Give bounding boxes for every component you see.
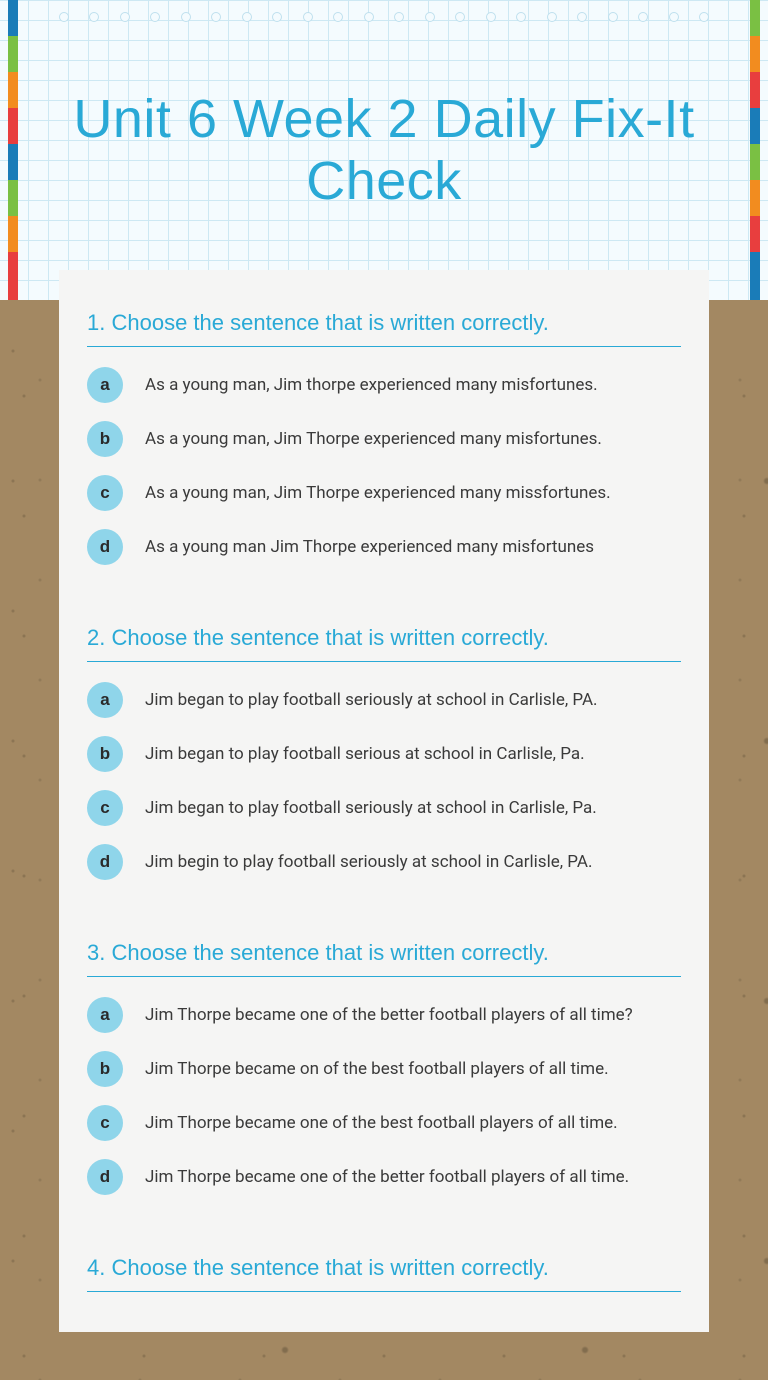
option-badge: b [87,1051,123,1087]
option-text: As a young man Jim Thorpe experienced ma… [145,536,594,558]
question-3: 3. Choose the sentence that is written c… [87,940,681,1195]
question-1-number: 1. [87,310,105,335]
question-1-option-b[interactable]: b As a young man, Jim Thorpe experienced… [87,421,681,457]
question-3-option-d[interactable]: d Jim Thorpe became one of the better fo… [87,1159,681,1195]
option-text: As a young man, Jim thorpe experienced m… [145,374,598,396]
option-badge: c [87,1105,123,1141]
question-2-option-a[interactable]: a Jim began to play football seriously a… [87,682,681,718]
stripe-right [750,0,760,300]
option-text: Jim begin to play football seriously at … [145,851,592,873]
option-badge: b [87,421,123,457]
option-badge: c [87,790,123,826]
question-4-prompt: 4. Choose the sentence that is written c… [87,1255,681,1292]
question-4: 4. Choose the sentence that is written c… [87,1255,681,1292]
question-1-option-a[interactable]: a As a young man, Jim thorpe experienced… [87,367,681,403]
questions-card: 1. Choose the sentence that is written c… [59,270,709,1332]
option-text: Jim Thorpe became one of the best footba… [145,1112,618,1134]
question-1-text: Choose the sentence that is written corr… [111,310,548,335]
question-3-text: Choose the sentence that is written corr… [111,940,548,965]
question-2-option-b[interactable]: b Jim began to play football serious at … [87,736,681,772]
option-text: Jim began to play football seriously at … [145,797,597,819]
option-text: Jim Thorpe became one of the better foot… [145,1004,633,1026]
question-2-option-d[interactable]: d Jim begin to play football seriously a… [87,844,681,880]
question-2-prompt: 2. Choose the sentence that is written c… [87,625,681,662]
option-text: As a young man, Jim Thorpe experienced m… [145,428,602,450]
option-text: Jim Thorpe became one of the better foot… [145,1166,629,1188]
stripe-left [8,0,18,300]
question-4-number: 4. [87,1255,105,1280]
question-1-option-c[interactable]: c As a young man, Jim Thorpe experienced… [87,475,681,511]
option-badge: a [87,997,123,1033]
page-title: Unit 6 Week 2 Daily Fix-It Check [8,88,760,212]
question-2-number: 2. [87,625,105,650]
option-text: As a young man, Jim Thorpe experienced m… [145,482,611,504]
question-3-number: 3. [87,940,105,965]
header-panel: Unit 6 Week 2 Daily Fix-It Check [0,0,768,300]
option-badge: a [87,682,123,718]
question-3-option-c[interactable]: c Jim Thorpe became one of the best foot… [87,1105,681,1141]
question-3-prompt: 3. Choose the sentence that is written c… [87,940,681,977]
option-badge: a [87,367,123,403]
question-1-option-d[interactable]: d As a young man Jim Thorpe experienced … [87,529,681,565]
question-2-option-c[interactable]: c Jim began to play football seriously a… [87,790,681,826]
option-badge: c [87,475,123,511]
question-1: 1. Choose the sentence that is written c… [87,310,681,565]
option-badge: d [87,844,123,880]
question-3-option-a[interactable]: a Jim Thorpe became one of the better fo… [87,997,681,1033]
question-1-prompt: 1. Choose the sentence that is written c… [87,310,681,347]
question-4-text: Choose the sentence that is written corr… [111,1255,548,1280]
option-badge: b [87,736,123,772]
question-2: 2. Choose the sentence that is written c… [87,625,681,880]
option-badge: d [87,1159,123,1195]
option-badge: d [87,529,123,565]
question-2-text: Choose the sentence that is written corr… [111,625,548,650]
punch-holes-top [8,12,760,26]
option-text: Jim began to play football seriously at … [145,689,598,711]
option-text: Jim began to play football serious at sc… [145,743,585,765]
option-text: Jim Thorpe became on of the best footbal… [145,1058,609,1080]
question-3-option-b[interactable]: b Jim Thorpe became on of the best footb… [87,1051,681,1087]
